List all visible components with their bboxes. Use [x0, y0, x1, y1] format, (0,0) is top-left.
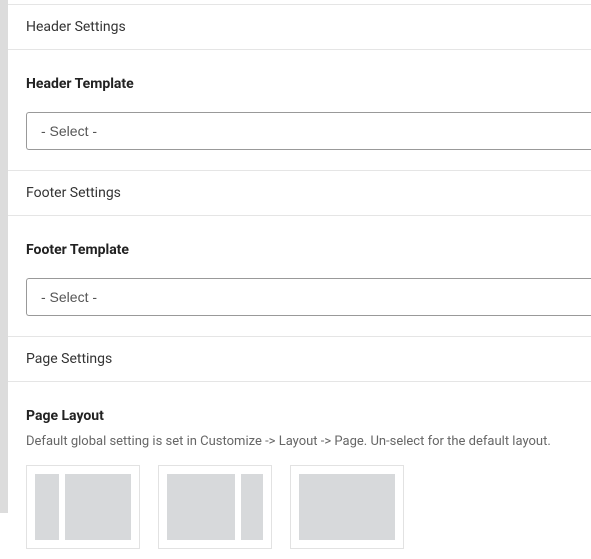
select-value: - Select -: [41, 289, 97, 305]
field-label: Header Template: [26, 76, 573, 92]
layout-col: [241, 474, 263, 540]
layout-col: [35, 474, 59, 540]
layout-option-right-sidebar[interactable]: [158, 465, 272, 549]
layout-option-left-sidebar[interactable]: [26, 465, 140, 549]
field-help-text: Default global setting is set in Customi…: [26, 434, 573, 449]
section-header-header-settings[interactable]: Header Settings: [8, 4, 591, 50]
footer-template-select[interactable]: - Select -: [26, 278, 591, 316]
layout-col: [167, 474, 235, 540]
field-header-template: Header Template: [8, 60, 591, 112]
layout-col: [299, 474, 395, 540]
section-title: Page Settings: [26, 351, 112, 367]
select-value: - Select -: [41, 123, 97, 139]
page-layout-options: [26, 465, 573, 549]
section-title: Header Settings: [26, 19, 126, 35]
section-header-footer-settings[interactable]: Footer Settings: [8, 170, 591, 216]
header-template-select[interactable]: - Select -: [26, 112, 591, 150]
panel-left-bar: [0, 0, 8, 513]
field-page-layout: Page Layout Default global setting is se…: [8, 392, 591, 559]
layout-option-full-width[interactable]: [290, 465, 404, 549]
layout-col: [65, 474, 131, 540]
settings-panel: Header Settings Header Template - Select…: [8, 4, 591, 559]
field-label: Page Layout: [26, 408, 573, 424]
field-footer-template: Footer Template: [8, 226, 591, 278]
section-header-page-settings[interactable]: Page Settings: [8, 336, 591, 382]
field-label: Footer Template: [26, 242, 573, 258]
section-title: Footer Settings: [26, 185, 121, 201]
